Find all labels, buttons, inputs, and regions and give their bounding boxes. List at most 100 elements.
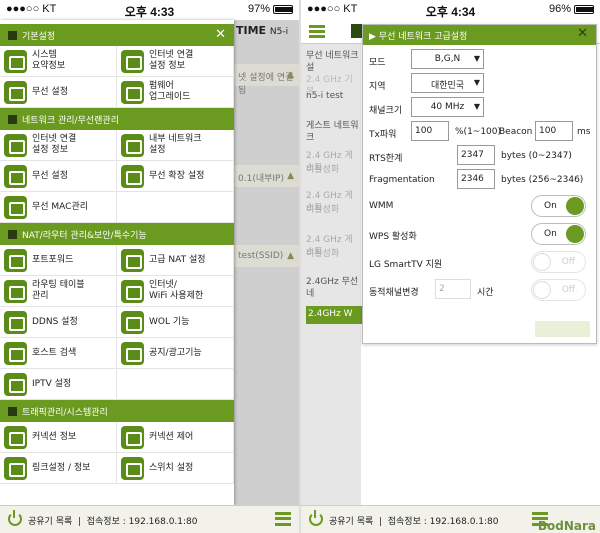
- power-icon[interactable]: [8, 510, 22, 526]
- wps-toggle[interactable]: On: [531, 223, 586, 245]
- menu-item-label: 내부 네트워크 설정: [149, 134, 202, 155]
- menu-item-label: 라우팅 테이블 관리: [32, 280, 85, 301]
- menu-item[interactable]: 펌웨어 업그레이드: [117, 77, 234, 108]
- wmm-toggle[interactable]: On: [531, 195, 586, 217]
- beacon-input[interactable]: 100: [535, 121, 573, 141]
- menu-item[interactable]: WOL 기능: [117, 307, 234, 338]
- menu-item[interactable]: 고급 NAT 설정: [117, 245, 234, 276]
- fragmentation-label: Fragmentation: [369, 175, 435, 185]
- menu-item[interactable]: 무선 설정: [0, 161, 117, 192]
- menu-item-label: 스위치 설정: [149, 462, 194, 473]
- section-title: 기본설정: [22, 32, 56, 42]
- tx-power-row: Tx파워 100 %(1~100) Beacon 100 ms: [369, 121, 590, 145]
- beacon-unit: ms: [577, 127, 591, 137]
- menu-item[interactable]: 공지/광고기능: [117, 338, 234, 369]
- menu-item[interactable]: 인터넷/ WiFi 사용제한: [117, 276, 234, 307]
- close-icon[interactable]: ✕: [577, 26, 588, 41]
- wps-label: WPS 활성화: [369, 232, 417, 242]
- rts-label: RTS한계: [369, 154, 403, 164]
- close-icon[interactable]: ✕: [215, 27, 226, 42]
- mode-select[interactable]: B,G,N ▼: [411, 49, 484, 69]
- connection-info: 접속정보 : 192.168.0.1:80: [86, 517, 198, 527]
- dynamic-channel-unit: 시간: [477, 288, 494, 298]
- channel-width-select[interactable]: 40 MHz ▼: [411, 97, 484, 117]
- menu-item[interactable]: 링크설정 / 정보: [0, 453, 117, 484]
- region-select[interactable]: 대한민국 ▼: [411, 73, 484, 93]
- dynamic-channel-toggle[interactable]: Off: [531, 279, 586, 301]
- menu-item[interactable]: 시스템 요약정보: [0, 46, 117, 77]
- menu-grid: 포트포워드 고급 NAT 설정라우팅 테이블 관리 인터넷/ WiFi 사용제한 DD…: [0, 245, 234, 400]
- bottom-text: 공유기 목록 | 접속정보 : 192.168.0.1:80: [329, 517, 499, 527]
- ddns-icon: [4, 310, 27, 334]
- menu-item[interactable]: 인터넷 연결 설정 정보: [0, 130, 117, 161]
- menu-item[interactable]: 인터넷 연결 설정 정보: [117, 46, 234, 77]
- background-page: TIME N5-i 넷 설정에 연결됨 ▲ 0.1(내부IP) ▲ test(SSI…: [234, 20, 299, 505]
- menu-item-empty: [117, 192, 234, 223]
- usage-limit-icon: [121, 279, 144, 303]
- iptv-icon: [4, 372, 27, 396]
- menu-item[interactable]: IPTV 설정: [0, 369, 117, 400]
- menu-item-label: 커넥션 제어: [149, 431, 194, 442]
- host-search-icon: [4, 341, 27, 365]
- section-title: NAT/라우터 관리&보안/특수기능: [22, 231, 147, 241]
- section-marker-icon: [8, 115, 17, 124]
- connection-info: 접속정보 : 192.168.0.1:80: [387, 517, 499, 527]
- apply-button[interactable]: [535, 321, 590, 337]
- wifi-icon: [4, 80, 27, 104]
- tx-power-input[interactable]: 100: [411, 121, 449, 141]
- menu-item[interactable]: 무선 확장 설정: [117, 161, 234, 192]
- bg-item: 비활성화: [306, 249, 340, 259]
- menu-item[interactable]: DDNS 설정: [0, 307, 117, 338]
- power-icon[interactable]: [309, 510, 323, 526]
- internet-connection-icon: [121, 49, 144, 73]
- menu-item-label: DDNS 설정: [32, 316, 78, 327]
- region-label: 지역: [369, 82, 386, 92]
- rts-unit: bytes (0~2347): [501, 151, 572, 161]
- menu-item-label: 무선 확장 설정: [149, 170, 205, 181]
- background-page: 무선 네트워크 설 2.4 GHz 기본 n5-i test 게스트 네트워크 …: [301, 44, 366, 505]
- advanced-settings-dialog: ▶ 무선 네트워크 고급설정 ✕ 모드 B,G,N ▼ 지역 대한민국 ▼ 채널크기 …: [362, 24, 597, 344]
- section-title: 트래픽관리/시스템관리: [22, 408, 108, 418]
- connection-info-icon: [4, 425, 27, 449]
- menu-icon[interactable]: [275, 512, 291, 526]
- fragmentation-input[interactable]: 2346: [457, 169, 495, 189]
- system-summary-icon: [4, 49, 27, 73]
- menu-item[interactable]: 무선 설정: [0, 77, 117, 108]
- dynamic-channel-row: 동적채널변경 2 시간 Off: [369, 279, 590, 303]
- dynamic-channel-input[interactable]: 2: [435, 279, 471, 299]
- menu-item[interactable]: 포트포워드: [0, 245, 117, 276]
- menu-section-header: 기본설정 ✕: [0, 24, 234, 46]
- menu-item[interactable]: 스위치 설정: [117, 453, 234, 484]
- menu-item-label: 무선 설정: [32, 170, 68, 181]
- wmm-label: WMM: [369, 201, 394, 211]
- rts-input[interactable]: 2347: [457, 145, 495, 165]
- section-marker-icon: [8, 230, 17, 239]
- menu-item-label: 인터넷 연결 설정 정보: [149, 50, 194, 71]
- wifi-button[interactable]: 2.4GHz W: [306, 306, 366, 324]
- bottom-text: 공유기 목록 | 접속정보 : 192.168.0.1:80: [28, 517, 198, 527]
- menu-section-header: 네트워크 관리/무선랜관리: [0, 108, 234, 130]
- rts-row: RTS한계 2347 bytes (0~2347): [369, 145, 590, 169]
- bg-item: 비활성화: [306, 205, 340, 215]
- bg-row: 0.1(내부IP) ▲: [234, 165, 299, 187]
- menu-item[interactable]: 커넥션 제어: [117, 422, 234, 453]
- menu-item[interactable]: 커넥션 정보: [0, 422, 117, 453]
- menu-item[interactable]: 라우팅 테이블 관리: [0, 276, 117, 307]
- router-list-link[interactable]: 공유기 목록: [329, 517, 373, 527]
- tx-power-unit: %(1~100): [455, 127, 502, 137]
- menu-item[interactable]: 내부 네트워크 설정: [117, 130, 234, 161]
- dialog-title: 무선 네트워크 고급설정: [378, 32, 468, 42]
- menu-item[interactable]: 무선 MAC관리: [0, 192, 117, 223]
- region-row: 지역 대한민국 ▼: [369, 73, 590, 97]
- smarttv-label: LG SmartTV 지원: [369, 260, 443, 270]
- menu-item-label: WOL 기능: [149, 316, 190, 327]
- hamburger-menu-icon[interactable]: [309, 25, 325, 38]
- menu-item[interactable]: 호스트 검색: [0, 338, 117, 369]
- smarttv-row: LG SmartTV 지원 Off: [369, 251, 590, 275]
- menu-item-label: 무선 MAC관리: [32, 201, 89, 212]
- mac-icon: [4, 195, 27, 219]
- section-title: 네트워크 관리/무선랜관리: [22, 116, 119, 126]
- router-list-link[interactable]: 공유기 목록: [28, 517, 72, 527]
- smarttv-toggle[interactable]: Off: [531, 251, 586, 273]
- wmm-row: WMM On: [369, 195, 590, 219]
